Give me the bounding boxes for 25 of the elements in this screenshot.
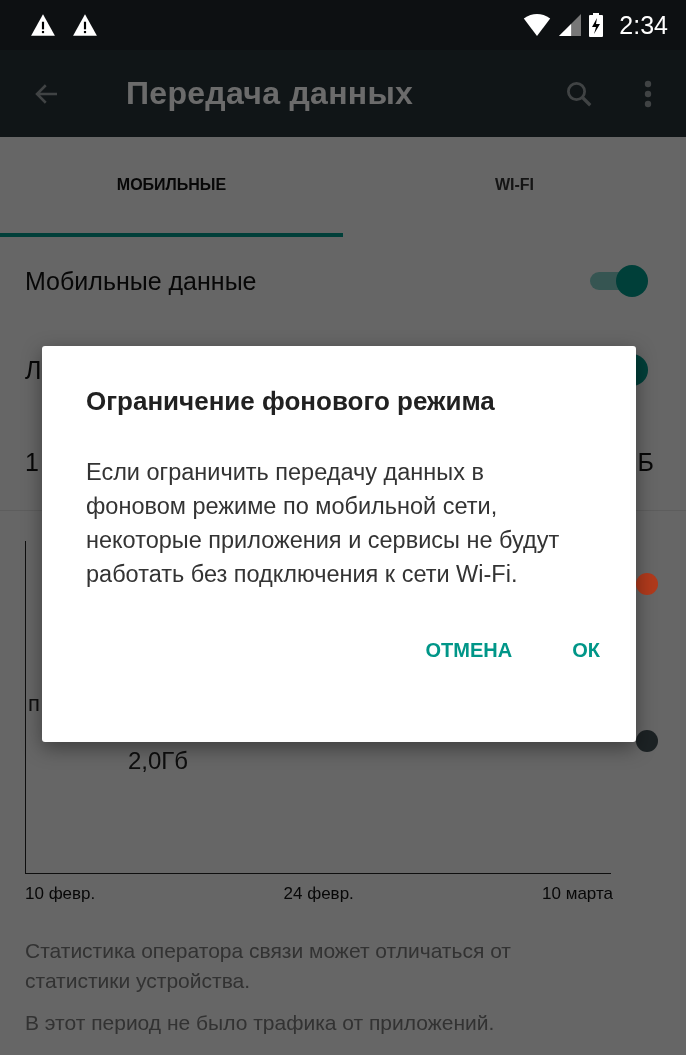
more-options-icon[interactable] [644, 79, 652, 108]
date-label: 10 марта [542, 884, 613, 904]
ok-button[interactable]: ОК [560, 631, 612, 670]
cancel-button[interactable]: ОТМЕНА [413, 631, 525, 670]
tab[interactable]: WI-FI [343, 137, 686, 237]
status-time: 2:34 [619, 10, 668, 40]
setting-label: Л [25, 355, 42, 385]
wifi-icon [523, 14, 552, 36]
limit-handle[interactable] [636, 730, 658, 752]
setting-value: Б [637, 448, 654, 477]
dialog-title: Ограничение фонового режима [86, 386, 496, 417]
chart-label: п [28, 691, 40, 717]
date-label: 24 февр. [283, 884, 354, 904]
date-label: 10 февр. [25, 884, 96, 904]
warning-icon [72, 13, 98, 37]
dialog-message: Если ограничить передачу данных в фоновом режиме по мобильной сети, некоторые приложения и сервисы не будут работать без подключения к сети Wi-Fi. [86, 458, 561, 589]
warning-icon [30, 13, 56, 37]
battery-icon [589, 13, 604, 37]
screen-title: Передача данных [126, 75, 415, 112]
setting-label: 1 [25, 448, 39, 477]
limit-handle[interactable] [636, 573, 658, 595]
tab[interactable]: МОБИЛЬНЫЕ [0, 137, 343, 237]
signal-icon [559, 14, 582, 36]
setting-label: Мобильные данные [25, 266, 257, 296]
usage-reading: 2,0Гб [128, 747, 189, 775]
